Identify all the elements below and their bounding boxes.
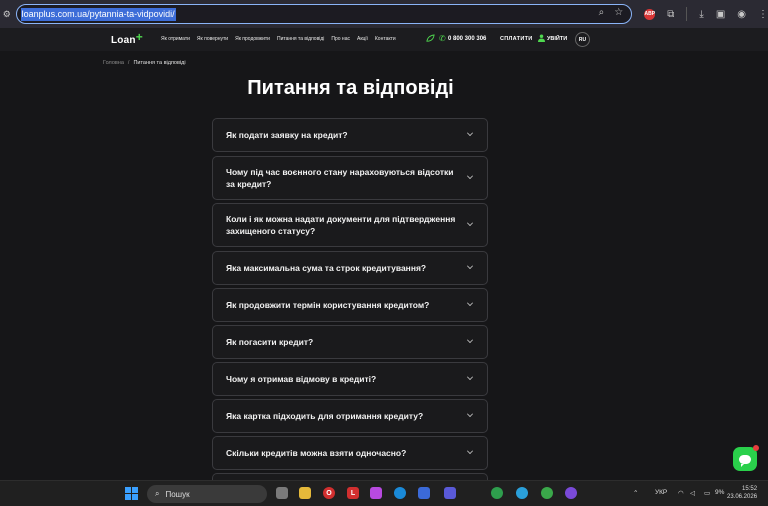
nav-faq[interactable]: Питання та відповіді — [277, 36, 324, 42]
faq-item[interactable]: Скільки кредитів можна взяти одночасно? — [212, 436, 488, 470]
faq-item[interactable]: Як подати заявку на кредит? — [212, 118, 488, 152]
faq-item[interactable]: Чому під час воєнного стану нараховуютьс… — [212, 156, 488, 200]
site-header: Loan+ Як отримати Як повернути Як продов… — [0, 28, 768, 51]
torrent-icon[interactable] — [541, 487, 553, 499]
store-icon[interactable] — [418, 487, 430, 499]
windows-taskbar: ⌕ Пошук O L ⌃ УКР ◠ ◁ ▭ 9% 15:52 23.06.2… — [0, 480, 768, 506]
tray-language[interactable]: УКР — [655, 489, 667, 496]
browser-toolbar: ⚙ loanplus.com.ua/pytannia-ta-vidpovidi/… — [0, 0, 768, 28]
battery-icon[interactable]: ▭ — [704, 489, 710, 497]
faq-question: Як продовжити термін користування кредит… — [226, 300, 430, 310]
menu-icon[interactable]: ⋮ — [758, 9, 768, 20]
faq-question: Коли і як можна надати документи для під… — [226, 214, 456, 236]
nav-contacts[interactable]: Контакти — [375, 36, 396, 42]
url-text[interactable]: loanplus.com.ua/pytannia-ta-vidpovidi/ — [20, 7, 176, 21]
faq-question: Як подати заявку на кредит? — [226, 130, 348, 140]
faq-item[interactable]: Як погасити кредит? — [212, 325, 488, 359]
phone-icon: ✆ — [439, 34, 446, 43]
chevron-down-icon — [467, 173, 473, 179]
chevron-down-icon — [467, 130, 473, 136]
copilot-icon[interactable] — [370, 487, 382, 499]
language-switch[interactable]: RU — [575, 32, 590, 47]
faq-question: Чому під час воєнного стану нараховуютьс… — [226, 167, 454, 189]
sidepanel-icon[interactable]: ▣ — [716, 9, 725, 20]
opera-icon[interactable]: O — [323, 487, 335, 499]
chevron-down-icon — [467, 374, 473, 380]
bookmark-star-icon[interactable]: ☆ — [614, 7, 623, 18]
zoom-icon[interactable]: ⌕ — [599, 7, 605, 18]
telegram-icon[interactable] — [516, 487, 528, 499]
chat-bubble-icon — [739, 454, 751, 467]
faq-question: Скільки кредитів можна взяти одночасно? — [226, 448, 407, 458]
viber-icon[interactable] — [565, 487, 577, 499]
app-l-icon[interactable]: L — [347, 487, 359, 499]
chevron-down-icon — [467, 220, 473, 226]
phone-number[interactable]: 0 800 300 306 — [448, 36, 486, 42]
wifi-icon[interactable]: ◠ — [678, 489, 684, 497]
chevron-down-icon — [467, 411, 473, 417]
logo-plus: + — [135, 30, 143, 44]
leaf-icon — [426, 34, 435, 42]
download-icon[interactable]: ⤓ — [699, 9, 703, 20]
breadcrumb: Головна / Питання та відповіді — [103, 60, 186, 66]
battery-percent: 9% — [715, 489, 725, 496]
taskbar-search-placeholder: Пошук — [165, 489, 190, 499]
pay-link[interactable]: СПЛАТИТИ — [500, 36, 533, 42]
faq-item[interactable]: Яка максимальна сума та строк кредитуван… — [212, 251, 488, 285]
faq-question: Чому я отримав відмову в кредиті? — [226, 374, 377, 384]
search-icon: ⌕ — [155, 489, 160, 498]
faq-item[interactable]: Як продовжити термін користування кредит… — [212, 288, 488, 322]
breadcrumb-current: Питання та відповіді — [133, 60, 186, 66]
faq-question: Яка картка підходить для отримання креди… — [226, 411, 424, 421]
clock-date: 23.06.2026 — [727, 494, 758, 500]
chrome-icon[interactable] — [491, 487, 503, 499]
chevron-down-icon — [467, 300, 473, 306]
nav-how-to-return[interactable]: Як повернути — [197, 36, 228, 42]
faq-item[interactable]: Чому я отримав відмову в кредиті? — [212, 362, 488, 396]
extensions-puzzle-icon[interactable]: ⧉ — [667, 9, 674, 20]
breadcrumb-separator: / — [127, 60, 130, 66]
faq-item[interactable]: Коли і як можна надати документи для під… — [212, 203, 488, 247]
nav-how-to-get[interactable]: Як отримати — [161, 36, 190, 42]
clock-time: 15:52 — [742, 486, 758, 492]
chevron-down-icon — [467, 448, 473, 454]
main-nav: Як отримати Як повернути Як продовжити П… — [161, 36, 396, 42]
page-title: Питання та відповіді — [247, 77, 454, 99]
faq-question: Яка максимальна сума та строк кредитуван… — [226, 263, 427, 273]
task-view-icon[interactable] — [276, 487, 288, 499]
taskbar-search[interactable]: ⌕ Пошук — [147, 485, 267, 503]
toolbar-divider — [686, 7, 688, 21]
volume-icon[interactable]: ◁ — [690, 489, 695, 497]
site-info-icon[interactable]: ⚙ — [0, 9, 14, 20]
logo-text: Loan — [111, 35, 136, 46]
user-icon — [538, 34, 545, 42]
faq-question: Як погасити кредит? — [226, 337, 314, 347]
notification-dot — [753, 445, 759, 451]
breadcrumb-home[interactable]: Головна — [103, 60, 124, 66]
clock[interactable]: 15:52 23.06.2026 — [727, 485, 757, 501]
chat-button[interactable] — [733, 445, 759, 471]
profile-icon[interactable]: ◉ — [737, 9, 746, 20]
nav-promotions[interactable]: Акції — [357, 36, 368, 42]
site-logo[interactable]: Loan+ — [111, 30, 143, 46]
file-explorer-icon[interactable] — [299, 487, 311, 499]
chevron-down-icon — [467, 337, 473, 343]
login-link[interactable]: УВІЙТИ — [547, 36, 567, 42]
teams-icon[interactable] — [444, 487, 456, 499]
edge-icon[interactable] — [394, 487, 406, 499]
nav-how-to-extend[interactable]: Як продовжити — [235, 36, 270, 42]
extension-icon[interactable]: ABP — [644, 8, 656, 20]
chevron-down-icon — [467, 263, 473, 269]
address-bar[interactable]: loanplus.com.ua/pytannia-ta-vidpovidi/ ⌕… — [15, 4, 633, 24]
windows-start-icon[interactable] — [125, 487, 138, 500]
faq-item[interactable]: Яка картка підходить для отримання креди… — [212, 399, 488, 433]
tray-chevron-icon[interactable]: ⌃ — [633, 489, 638, 497]
nav-about[interactable]: Про нас — [331, 36, 350, 42]
